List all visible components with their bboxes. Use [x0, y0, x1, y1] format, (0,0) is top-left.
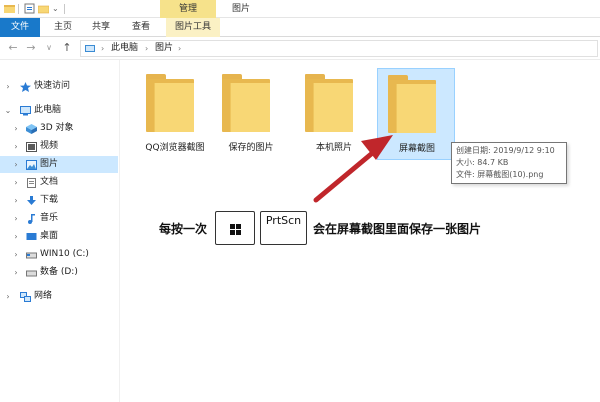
- annotation-text-after: 会在屏幕截图里面保存一张图片: [313, 222, 482, 236]
- annotation-arrow: [313, 135, 393, 203]
- prtscn-key: PrtScn: [260, 211, 307, 245]
- windows-key: [215, 211, 255, 245]
- arrow-shaft: [313, 147, 379, 203]
- annotation-text-before: 每按一次: [159, 222, 208, 236]
- windows-logo-icon: [230, 224, 241, 235]
